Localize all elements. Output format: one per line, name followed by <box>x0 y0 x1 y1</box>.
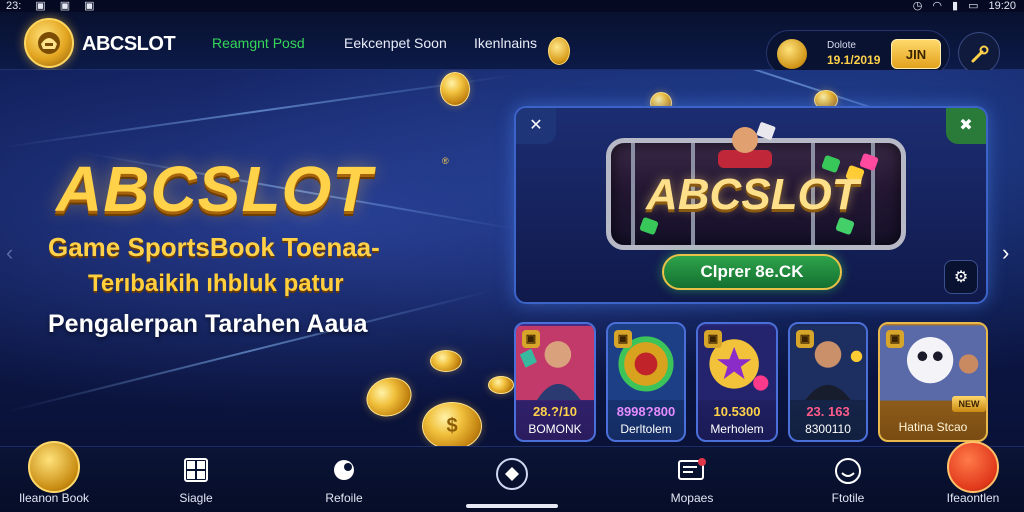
nav-item-refoile[interactable]: Refoile <box>298 447 390 512</box>
card-tag-icon: ▣ <box>704 330 722 348</box>
gold-coin <box>488 376 514 394</box>
registered-mark: ® <box>442 156 449 166</box>
nav-label: Ileanon Book <box>18 491 90 505</box>
play-button[interactable]: Clprer 8e.CK <box>662 254 842 290</box>
wrench-icon <box>971 45 989 63</box>
hero-subtitle-3: Pengalerpan Tarahen Aaua <box>48 310 368 338</box>
settings-icon[interactable]: ⚙ <box>944 260 978 294</box>
card-tag-icon: ▣ <box>522 330 540 348</box>
hero-title: ABCSLOT <box>56 153 373 225</box>
card-name: Merholem <box>710 422 764 436</box>
home-indicator[interactable] <box>466 504 558 508</box>
card-tag-icon: ▣ <box>886 330 904 348</box>
chevron-left-icon[interactable]: ‹ <box>6 240 13 266</box>
shuffle-icon[interactable]: ✖ <box>946 108 986 144</box>
status-time: 23: <box>6 0 22 12</box>
logo-badge[interactable] <box>24 18 74 68</box>
nav-link-eekcenpet-soon[interactable]: Eekcenpet Soon <box>344 35 447 51</box>
slot-title: ABCSLOT <box>646 170 859 219</box>
bottom-navigation: Ileanon Book Siagle Refoile Mopaes Ftoti… <box>0 441 1024 512</box>
game-card[interactable]: ▣ 8998?800 Derltolem <box>606 322 686 442</box>
diamond-icon <box>496 458 528 490</box>
nav-label: Mopaes <box>670 491 714 505</box>
nav-label: Ftotile <box>831 491 865 505</box>
card-tag-icon: ▣ <box>796 330 814 348</box>
card-amount: 23. 163 <box>806 404 850 419</box>
nav-item-ifeaontlen[interactable]: Ifeaontlen <box>926 441 1020 512</box>
card-name: Hatina Stcao <box>898 420 968 434</box>
wallet-label: Dolote <box>827 40 856 51</box>
nav-label: Refoile <box>325 491 363 505</box>
card-tag-icon: ▣ <box>614 330 632 348</box>
notification-icon: ▣ <box>84 0 95 12</box>
nav-label: Siagle <box>179 491 213 505</box>
nav-item-center[interactable] <box>466 447 558 512</box>
nav-label: Ifeaontlen <box>946 491 1000 505</box>
nav-item-mopaes[interactable]: Mopaes <box>646 447 738 512</box>
light-ray <box>7 289 493 413</box>
status-clock: 19:20 <box>988 0 1016 12</box>
card-amount: 28.?/10 <box>532 404 578 419</box>
card-name: Derltolem <box>620 422 672 436</box>
dollar-sign-icon: $ <box>446 415 458 437</box>
nav-item-ileanon-book[interactable]: Ileanon Book <box>8 441 100 512</box>
gold-coin <box>440 72 470 106</box>
card-amount: 10.5300 <box>713 404 761 419</box>
status-bar: 23: ▣ ▣ ▣ ◷ ◠ ▮ ▭ 19:20 <box>0 0 1024 12</box>
hero-subtitle-1: Game SportsBook Toenaa- <box>48 232 380 262</box>
wifi-icon: ◠ <box>932 0 942 12</box>
dollar-coin: $ <box>422 402 482 446</box>
notification-icon: ▣ <box>59 0 71 12</box>
join-button[interactable]: JIN <box>891 39 941 69</box>
card-name: BOMONK <box>528 422 582 436</box>
new-badge: NEW <box>952 396 986 412</box>
chevron-right-icon[interactable]: › <box>1002 240 1009 266</box>
chat-icon <box>334 460 354 480</box>
wallet-amount: 19.1/2019 <box>827 53 881 67</box>
nav-item-ftotile[interactable]: Ftotile <box>802 447 894 512</box>
battery-icon: ▭ <box>968 0 979 12</box>
notification-icon: ▣ <box>35 0 46 12</box>
game-card[interactable]: ▣ 28.?/10 BOMONK <box>514 322 596 442</box>
coin-stack-icon <box>777 39 807 69</box>
alarm-icon: ◷ <box>912 0 923 12</box>
logo-text[interactable]: ABCSLOT <box>82 33 176 56</box>
game-card[interactable]: ▣ 10.5300 Merholem <box>696 322 778 442</box>
gold-coin <box>360 371 418 423</box>
tools-button[interactable] <box>958 32 1000 74</box>
grid-icon <box>184 458 208 482</box>
coin-icon <box>548 37 570 65</box>
card-amount: 8998?800 <box>616 404 676 419</box>
nav-link-ikenlnains[interactable]: Ikenlnains <box>474 35 537 51</box>
support-icon <box>947 441 999 493</box>
profile-icon <box>835 458 861 484</box>
helmet-icon <box>38 32 60 54</box>
mail-icon <box>678 458 706 480</box>
nav-link-reamgnt-posd[interactable]: Reamgnt Posd <box>212 35 305 51</box>
slot-machine-panel[interactable]: ✕ ✖ ABCSLOT Clprer 8e.CK ⚙ <box>514 106 988 304</box>
game-card[interactable]: ▣ NEW Hatina Stcao <box>878 322 988 442</box>
expand-icon[interactable]: ✕ <box>516 108 556 144</box>
hero-subtitle-2: Terıbaikih ıhbluk patur <box>88 270 344 297</box>
gold-coin <box>430 350 462 372</box>
signal-icon: ▮ <box>952 0 959 12</box>
hero-banner: $ ABCSLOT ® Game SportsBook Toenaa- Terı… <box>0 70 1024 446</box>
trophy-icon <box>28 441 80 493</box>
mascot-character <box>718 122 776 168</box>
top-header: ABCSLOT Reamgnt Posd Eekcenpet Soon Iken… <box>0 12 1024 76</box>
card-name: 8300110 <box>805 422 851 436</box>
game-card[interactable]: ▣ 23. 163 8300110 <box>788 322 868 442</box>
nav-item-siagle[interactable]: Siagle <box>150 447 242 512</box>
